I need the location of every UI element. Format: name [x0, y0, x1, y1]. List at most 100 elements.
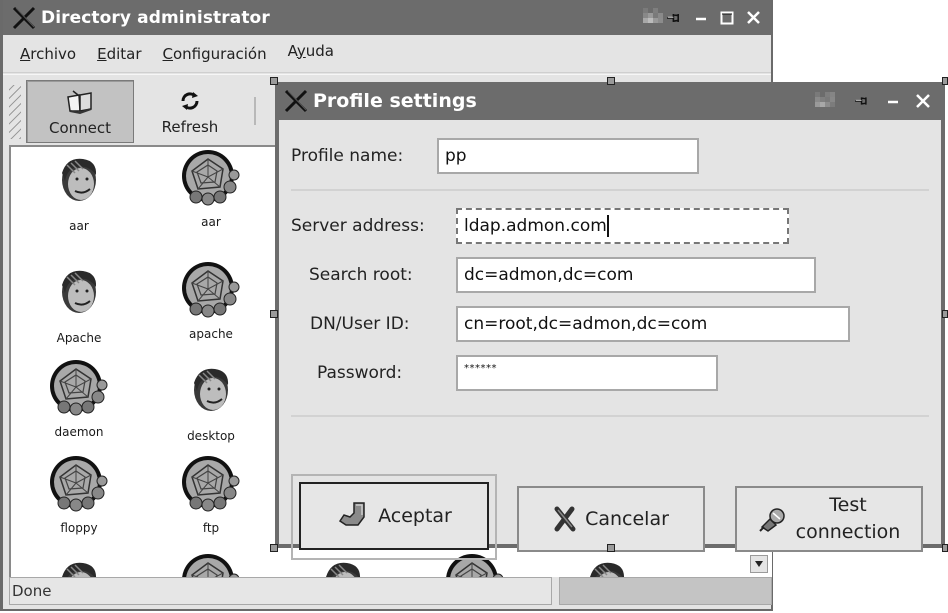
group-web-icon	[50, 456, 108, 512]
directory-entry[interactable]: daemon	[19, 357, 139, 439]
status-text: Done	[9, 577, 552, 605]
dialog-pin-button[interactable]	[855, 93, 871, 109]
menu-archivo[interactable]: Archivo	[20, 45, 76, 63]
resize-handle-bottom-right[interactable]	[942, 544, 948, 552]
menu-editar[interactable]: Editar	[97, 45, 141, 63]
x-logo-icon	[12, 6, 36, 29]
entry-name: floppy	[60, 521, 98, 535]
menu-label: A	[287, 41, 297, 60]
arrow-down-icon	[755, 561, 763, 567]
status-progress-panel	[559, 577, 772, 605]
mnemonic: y	[296, 41, 306, 60]
entry-name: Apache	[56, 331, 102, 345]
connect-label: Connect	[48, 119, 112, 137]
connect-button[interactable]: Connect	[26, 80, 134, 143]
group-web-icon	[182, 150, 240, 206]
profile-settings-dialog: Profile settings Profile name: pp Server…	[275, 82, 945, 560]
status-bar: Done	[9, 577, 772, 607]
test-connection-label: Test connection	[796, 492, 901, 546]
entry-name: aar	[69, 219, 89, 233]
cancel-button[interactable]: Cancelar	[517, 486, 705, 552]
directory-entry-partial[interactable]	[283, 557, 403, 577]
directory-entry[interactable]: aar	[151, 147, 271, 229]
pin-button[interactable]	[667, 10, 683, 26]
search-root-label: Search root:	[309, 265, 413, 285]
text-caret	[606, 215, 609, 237]
password-input[interactable]: ******	[456, 355, 718, 391]
directory-entry-partial[interactable]	[19, 557, 139, 577]
toolbar-separator	[254, 97, 256, 125]
dialog-title: Profile settings	[313, 90, 477, 112]
directory-entry[interactable]: desktop	[151, 363, 271, 443]
profile-name-input[interactable]: pp	[437, 138, 699, 174]
group-web-icon	[182, 554, 240, 577]
toolbar-grip-handle[interactable]	[9, 85, 21, 139]
menu-label: onfiguración	[173, 44, 267, 63]
maximize-button[interactable]	[719, 10, 735, 26]
profile-name-label: Profile name:	[291, 146, 404, 166]
accept-hand-icon	[339, 502, 365, 526]
resize-handle-top-left[interactable]	[270, 77, 278, 85]
resize-handle-left[interactable]	[270, 310, 278, 318]
titlebar-dither-decoration	[815, 92, 845, 107]
directory-entry[interactable]: ftp	[151, 453, 271, 535]
menu-label: rchivo	[30, 44, 77, 63]
divider	[291, 189, 929, 191]
user-face-icon	[62, 270, 97, 313]
test-connection-button[interactable]: Test connection	[735, 486, 923, 552]
cancel-x-icon	[554, 506, 576, 532]
close-icon	[916, 94, 930, 108]
refresh-button[interactable]: Refresh	[136, 80, 244, 143]
main-window-title: Directory administrator	[41, 7, 270, 28]
dialog-close-button[interactable]	[915, 93, 931, 109]
directory-entry-partial[interactable]	[151, 551, 271, 577]
entry-name: desktop	[187, 429, 235, 443]
directory-entry[interactable]: Apache	[19, 265, 139, 345]
entry-name: ftp	[202, 521, 220, 535]
book-icon	[67, 90, 92, 115]
user-face-icon	[326, 562, 361, 577]
test-connection-line2: connection	[795, 521, 901, 543]
directory-entry[interactable]: floppy	[19, 453, 139, 535]
menu-configuracion[interactable]: Configuración	[163, 45, 267, 63]
minimize-icon	[888, 100, 898, 104]
menu-label: uda	[305, 41, 334, 60]
pin-icon	[667, 13, 679, 22]
directory-entry-partial[interactable]	[547, 557, 667, 577]
user-face-icon	[194, 368, 229, 411]
resize-handle-top-right[interactable]	[942, 77, 948, 85]
close-button[interactable]	[745, 10, 761, 26]
search-root-input[interactable]: dc=admon,dc=com	[456, 257, 816, 293]
main-titlebar[interactable]: Directory administrator	[3, 0, 771, 35]
resize-handle-bottom[interactable]	[607, 544, 615, 552]
user-face-icon	[62, 158, 97, 201]
server-address-value: ldap.admon.com	[464, 216, 607, 236]
divider	[291, 415, 929, 417]
dialog-titlebar[interactable]: Profile settings	[275, 82, 945, 120]
minimize-button[interactable]	[693, 10, 709, 26]
dialog-minimize-button[interactable]	[885, 93, 901, 109]
menu-bar: Archivo Editar Configuración Ayuda	[3, 35, 771, 73]
pin-icon	[855, 97, 867, 105]
refresh-icon	[181, 92, 199, 110]
accept-label: Aceptar	[378, 505, 452, 527]
menu-ayuda[interactable]: Ayuda	[288, 42, 334, 60]
group-web-icon	[182, 262, 240, 318]
user-face-icon	[62, 562, 97, 577]
mnemonic: E	[97, 44, 107, 63]
directory-entry[interactable]: aar	[19, 153, 139, 233]
accept-button[interactable]: Aceptar	[299, 482, 489, 550]
resize-handle-top[interactable]	[607, 77, 615, 85]
server-address-input[interactable]: ldap.admon.com	[456, 208, 789, 244]
directory-entry[interactable]: apache	[151, 259, 271, 341]
resize-handle-right[interactable]	[942, 310, 948, 318]
scroll-down-button[interactable]	[750, 555, 768, 573]
dn-user-id-input[interactable]: cn=root,dc=admon,dc=com	[456, 306, 850, 342]
mnemonic: C	[162, 44, 173, 63]
mnemonic: A	[20, 44, 31, 63]
resize-handle-bottom-left[interactable]	[270, 544, 278, 552]
cancel-label: Cancelar	[585, 508, 669, 530]
password-label: Password:	[317, 363, 403, 383]
plug-icon	[758, 508, 785, 532]
user-face-icon	[590, 562, 625, 577]
